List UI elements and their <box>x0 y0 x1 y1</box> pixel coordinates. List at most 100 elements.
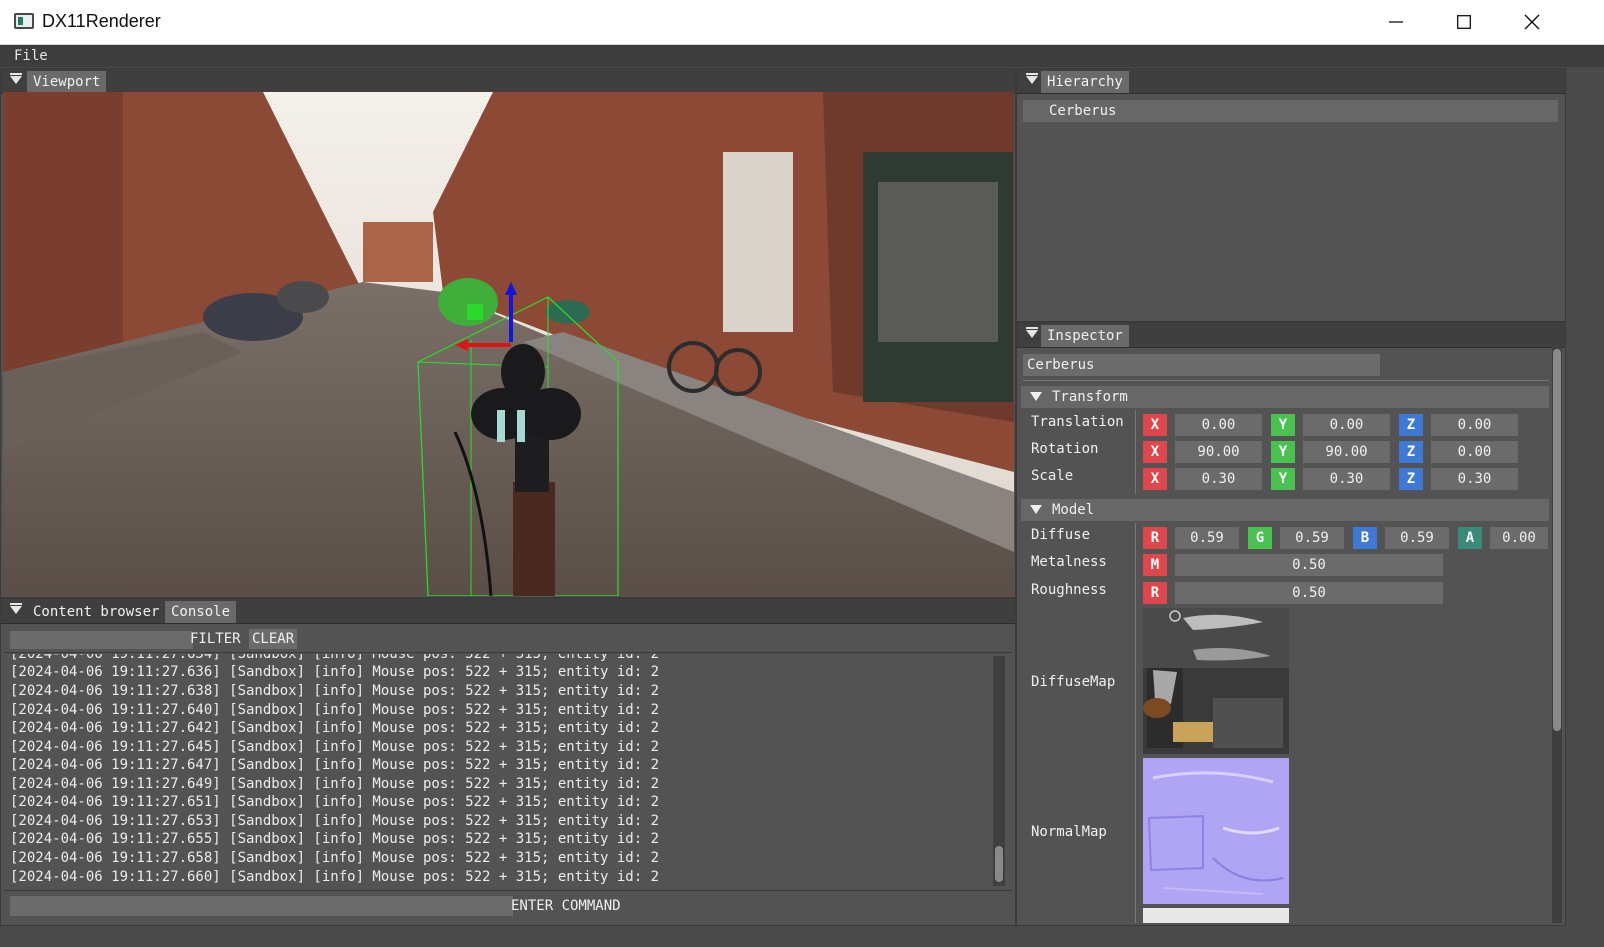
log-line: [2024-04-06 19:11:27.655] [Sandbox] [inf… <box>10 831 660 847</box>
normal-map-label: NormalMap <box>1031 824 1107 840</box>
log-line: [2024-04-06 19:11:27.640] [Sandbox] [inf… <box>10 702 660 718</box>
scrollbar-thumb[interactable] <box>995 846 1003 882</box>
scale-z-field[interactable]: 0.30 <box>1431 468 1518 490</box>
tab-inspector[interactable]: Inspector <box>1041 325 1129 347</box>
viewport-scene[interactable] <box>3 92 1014 596</box>
diffuse-a-field[interactable]: 0.00 <box>1490 527 1548 549</box>
diffuse-texture-image <box>1143 608 1289 754</box>
transform-header[interactable]: Transform <box>1021 386 1549 408</box>
transform-title: Transform <box>1052 389 1128 405</box>
diffuse-map-thumbnail[interactable] <box>1143 608 1289 754</box>
normal-texture-image <box>1143 758 1289 904</box>
tab-content-browser[interactable]: Content browser <box>27 601 165 623</box>
street-scene-image <box>3 92 1014 596</box>
entity-name-input[interactable]: Cerberus <box>1023 354 1380 376</box>
diffuse-b-field[interactable]: 0.59 <box>1385 527 1449 549</box>
log-line: [2024-04-06 19:11:27.647] [Sandbox] [inf… <box>10 757 660 773</box>
collapse-icon[interactable] <box>10 73 22 84</box>
log-line: [2024-04-06 19:11:27.634] [Sandbox] [inf… <box>10 654 660 662</box>
diffuse-g-button[interactable]: G <box>1248 527 1272 549</box>
roughness-label: Roughness <box>1031 582 1107 598</box>
collapse-icon[interactable] <box>1026 73 1038 84</box>
log-line: [2024-04-06 19:11:27.645] [Sandbox] [inf… <box>10 739 660 755</box>
window-title: DX11Renderer <box>42 11 161 31</box>
collapse-icon[interactable] <box>1026 327 1038 338</box>
divider <box>1023 380 1549 381</box>
maximize-icon <box>1457 15 1471 29</box>
diffuse-g-field[interactable]: 0.59 <box>1280 527 1344 549</box>
divider <box>4 890 1012 891</box>
rotation-label: Rotation <box>1031 441 1099 457</box>
maximize-button[interactable] <box>1430 0 1498 44</box>
tab-hierarchy[interactable]: Hierarchy <box>1041 71 1129 93</box>
diffuse-a-button[interactable]: A <box>1458 527 1482 549</box>
log-line: [2024-04-06 19:11:27.636] [Sandbox] [inf… <box>10 664 660 680</box>
model-title: Model <box>1052 502 1095 518</box>
menu-bar: File <box>0 45 1604 67</box>
scale-x-button[interactable]: X <box>1143 468 1167 490</box>
clear-button[interactable]: CLEAR <box>249 629 298 649</box>
close-icon <box>1524 14 1540 30</box>
diffuse-r-field[interactable]: 0.59 <box>1175 527 1239 549</box>
translation-z-button[interactable]: Z <box>1399 414 1423 436</box>
rotation-z-field[interactable]: 0.00 <box>1431 441 1518 463</box>
diffuse-label: Diffuse <box>1031 527 1091 543</box>
translation-x-field[interactable]: 0.00 <box>1175 414 1262 436</box>
roughness-field[interactable]: 0.50 <box>1175 582 1443 604</box>
normal-map-thumbnail[interactable] <box>1143 758 1289 904</box>
diffuse-b-button[interactable]: B <box>1353 527 1377 549</box>
translation-label: Translation <box>1031 414 1124 430</box>
scale-z-button[interactable]: Z <box>1399 468 1423 490</box>
log-line: [2024-04-06 19:11:27.651] [Sandbox] [inf… <box>10 794 660 810</box>
scrollbar-thumb[interactable] <box>1553 349 1561 731</box>
filter-label: FILTER <box>190 631 241 647</box>
diffuse-r-button[interactable]: R <box>1143 527 1167 549</box>
log-line: [2024-04-06 19:11:27.642] [Sandbox] [inf… <box>10 720 660 736</box>
log-line: [2024-04-06 19:11:27.653] [Sandbox] [inf… <box>10 813 660 829</box>
model-header[interactable]: Model <box>1021 499 1549 521</box>
console-scrollbar[interactable] <box>993 656 1005 886</box>
hierarchy-item[interactable]: Cerberus <box>1023 100 1558 122</box>
log-line: [2024-04-06 19:11:27.658] [Sandbox] [inf… <box>10 850 660 866</box>
scale-x-field[interactable]: 0.30 <box>1175 468 1262 490</box>
rotation-y-button[interactable]: Y <box>1271 441 1295 463</box>
rotation-x-button[interactable]: X <box>1143 441 1167 463</box>
scale-y-field[interactable]: 0.30 <box>1303 468 1390 490</box>
rotation-z-button[interactable]: Z <box>1399 441 1423 463</box>
command-label: ENTER COMMAND <box>511 898 621 914</box>
inspector-scrollbar[interactable] <box>1552 347 1562 923</box>
metalness-field[interactable]: 0.50 <box>1175 554 1443 576</box>
minimize-button[interactable] <box>1362 0 1430 44</box>
title-bar[interactable]: DX11Renderer <box>0 0 1604 45</box>
log-line: [2024-04-06 19:11:27.649] [Sandbox] [inf… <box>10 776 660 792</box>
metalness-label: Metalness <box>1031 554 1107 570</box>
scale-y-button[interactable]: Y <box>1271 468 1295 490</box>
tab-viewport[interactable]: Viewport <box>27 71 107 93</box>
console-tab-row: Content browser Console <box>1 599 1015 624</box>
hierarchy-tab-row: Hierarchy <box>1017 69 1565 94</box>
tab-console[interactable]: Console <box>165 601 237 623</box>
viewport-tab-row: Viewport <box>1 69 1015 94</box>
log-line: [2024-04-06 19:11:27.638] [Sandbox] [inf… <box>10 683 660 699</box>
translation-z-field[interactable]: 0.00 <box>1431 414 1518 436</box>
hierarchy-item-label: Cerberus <box>1049 103 1117 119</box>
translation-y-button[interactable]: Y <box>1271 414 1295 436</box>
collapse-icon <box>1030 505 1042 514</box>
minimize-icon <box>1389 21 1403 23</box>
inspector-tab-row: Inspector <box>1017 323 1565 348</box>
close-button[interactable] <box>1498 0 1566 44</box>
app-icon <box>14 13 34 29</box>
menu-file[interactable]: File <box>14 48 48 64</box>
command-input[interactable] <box>10 896 513 916</box>
console-log[interactable]: [2024-04-06 19:11:27.634] [Sandbox] [inf… <box>0 654 994 888</box>
texture-map-thumbnail[interactable] <box>1143 908 1289 923</box>
collapse-icon[interactable] <box>10 603 22 614</box>
metalness-m-button[interactable]: M <box>1143 554 1167 576</box>
translation-x-button[interactable]: X <box>1143 414 1167 436</box>
filter-input[interactable] <box>10 631 193 649</box>
roughness-r-button[interactable]: R <box>1143 582 1167 604</box>
translation-y-field[interactable]: 0.00 <box>1303 414 1390 436</box>
rotation-y-field[interactable]: 90.00 <box>1303 441 1390 463</box>
divider <box>4 652 1012 653</box>
rotation-x-field[interactable]: 90.00 <box>1175 441 1262 463</box>
